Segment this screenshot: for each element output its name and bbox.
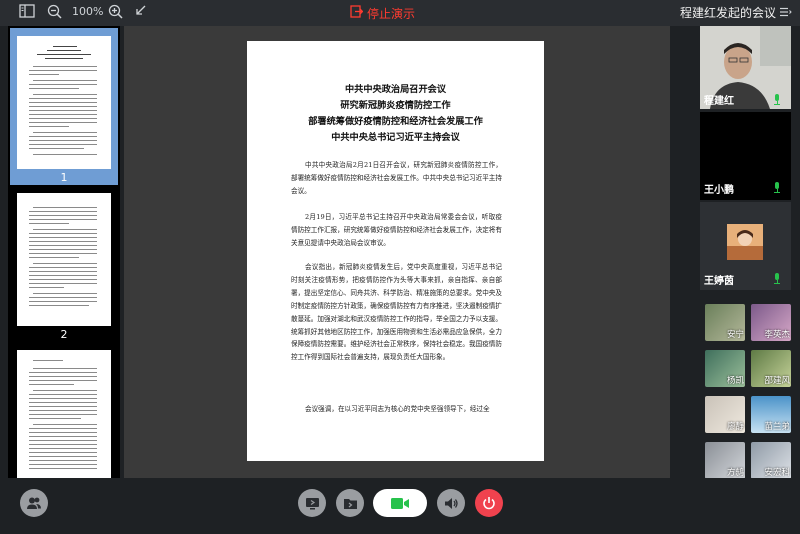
share-screen-icon — [305, 497, 319, 509]
participant-thumb[interactable]: 安宏科 — [751, 442, 791, 479]
document-page: 中共中央政治局召开会议 研究新冠肺炎疫情防控工作 部署统筹做好疫情防控和经济社会… — [247, 41, 544, 461]
meeting-title-text: 程建红发起的会议 — [680, 6, 777, 20]
participant-video-1[interactable]: 程建红 — [700, 26, 791, 109]
sidebar-toggle-icon[interactable] — [18, 4, 36, 22]
participant-thumb[interactable]: 安宁 — [705, 304, 745, 341]
participant-name: 安宁 — [726, 330, 744, 340]
meeting-window: 100% 停止演示 程建红发起的会议 1 2 中共中央政治局召开会议 研究新冠肺… — [0, 0, 800, 534]
participant-name: 苗兰弟 — [764, 422, 790, 432]
thumbnail-page-2[interactable]: 2 — [10, 185, 118, 342]
folder-icon — [343, 498, 357, 509]
doc-title-line-1: 中共中央政治局召开会议 — [344, 84, 447, 95]
participant-name: 李英杰 — [764, 330, 790, 340]
thumbnail-preview — [17, 350, 111, 478]
meeting-title: 程建红发起的会议 — [680, 4, 792, 21]
stop-presenting-button[interactable]: 停止演示 — [350, 4, 415, 22]
stop-share-icon — [350, 4, 364, 22]
doc-paragraph-2: 2月19日，习近平总书记主持召开中央政治局常委会会议，听取疫情防控工作汇报，研究… — [291, 213, 502, 247]
participant-thumb[interactable]: 邵建风 — [751, 350, 791, 387]
participant-name: 方鸫 — [726, 468, 744, 478]
participant-name: 王小鹏 — [704, 185, 734, 196]
doc-title-line-3: 部署统筹做好疫情防控和经济社会发展工作 — [308, 116, 483, 127]
participants-button[interactable] — [20, 489, 48, 517]
mic-icon — [773, 94, 781, 105]
participant-thumb[interactable]: 李英杰 — [751, 304, 791, 341]
mic-icon — [773, 273, 781, 284]
participant-name: 杨凯 — [726, 376, 744, 386]
participant-panel: 程建红 王小鹏 王婷茵 安宁 李英杰 杨凯 邵建风 廖静 苗兰弟 方鸫 安宏科 — [700, 26, 800, 486]
doc-paragraph-4: 会议强调，在以习近平同志为核心的党中央坚强领导下，经过全 — [305, 405, 490, 413]
participant-thumb[interactable]: 方鸫 — [705, 442, 745, 479]
doc-title-line-2: 研究新冠肺炎疫情防控工作 — [340, 100, 451, 111]
thumbnail-page-3[interactable] — [10, 342, 118, 478]
share-file-button[interactable] — [336, 489, 364, 517]
zoom-in-icon[interactable] — [106, 4, 124, 22]
thumbnail-preview — [17, 193, 111, 326]
participant-thumb[interactable]: 廖静 — [705, 396, 745, 433]
top-toolbar: 100% 停止演示 程建红发起的会议 — [0, 0, 800, 26]
speaker-button[interactable] — [437, 489, 465, 517]
thumbnail-number: 2 — [60, 328, 68, 341]
participant-thumb[interactable]: 杨凯 — [705, 350, 745, 387]
page-thumbnails[interactable]: 1 2 — [8, 26, 120, 478]
thumbnail-page-1[interactable]: 1 — [10, 28, 118, 185]
document-viewer[interactable]: 中共中央政治局召开会议 研究新冠肺炎疫情防控工作 部署统筹做好疫情防控和经济社会… — [124, 26, 670, 478]
speaker-icon — [444, 497, 458, 509]
participant-avatar — [727, 224, 763, 260]
mic-icon — [773, 182, 781, 193]
collapse-arrow-icon[interactable] — [131, 4, 149, 22]
doc-paragraph-1: 中共中央政治局2月21日召开会议，研究新冠肺炎疫情防控工作，部署统筹做好疫情防控… — [291, 161, 502, 195]
participant-name: 安宏科 — [764, 468, 790, 478]
participant-name: 程建红 — [704, 96, 734, 107]
camera-icon — [391, 497, 409, 509]
participant-name: 廖静 — [726, 422, 744, 432]
participant-thumb[interactable]: 苗兰弟 — [751, 396, 791, 433]
camera-button[interactable] — [373, 489, 427, 517]
list-menu-icon[interactable] — [780, 6, 792, 20]
zoom-level: 100% — [72, 5, 104, 18]
stop-presenting-label: 停止演示 — [367, 6, 416, 21]
thumbnail-number: 1 — [60, 171, 68, 184]
zoom-out-icon[interactable] — [45, 4, 63, 22]
participants-icon — [27, 497, 41, 509]
participant-tile-3[interactable]: 王婷茵 — [700, 202, 791, 290]
share-screen-button[interactable] — [298, 489, 326, 517]
participant-name: 邵建风 — [764, 376, 790, 386]
thumbnail-preview — [17, 36, 111, 169]
doc-title-line-4: 中共中央总书记习近平主持会议 — [331, 132, 460, 143]
bottom-controls — [0, 478, 800, 534]
end-call-button[interactable] — [475, 489, 503, 517]
participant-tile-2[interactable]: 王小鹏 — [700, 112, 791, 200]
doc-paragraph-3: 会议指出，新冠肺炎疫情发生后，党中央高度重视，习近平总书记时刻关注疫情形势，把疫… — [291, 263, 502, 362]
power-icon — [483, 497, 495, 510]
participant-name: 王婷茵 — [704, 276, 734, 287]
